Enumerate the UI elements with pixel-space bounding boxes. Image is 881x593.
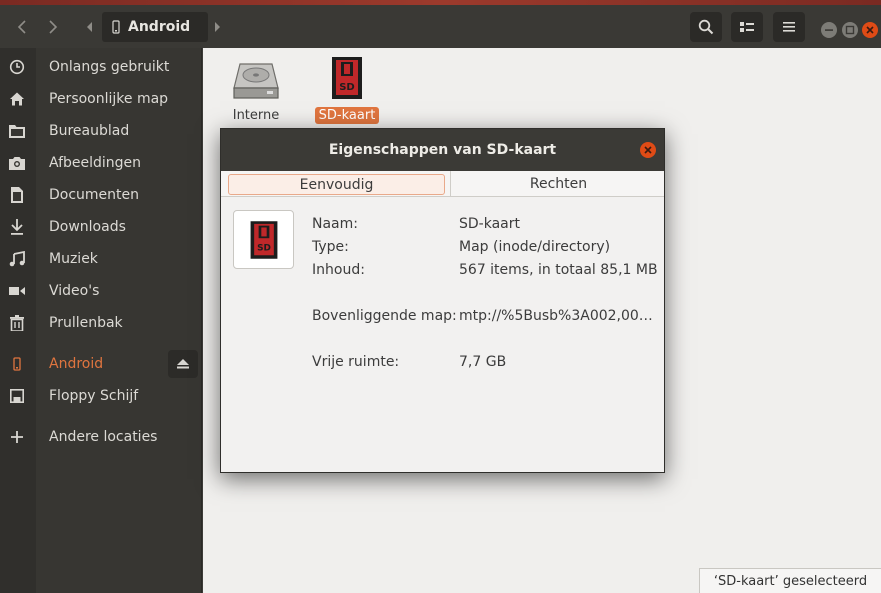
sidebar-item-label: Documenten — [49, 187, 140, 203]
file-name: SD-kaart — [307, 107, 387, 124]
view-options-button[interactable] — [731, 12, 763, 42]
prop-contents-label: Inhoud: — [312, 262, 365, 278]
maximize-button[interactable] — [842, 22, 858, 38]
svg-text:SD: SD — [257, 243, 271, 253]
harddisk-icon — [233, 63, 279, 99]
tab-basic[interactable]: Eenvoudig — [228, 174, 445, 195]
file-name: Interne opslag — [232, 108, 280, 125]
status-overlay: ‘SD-kaart’ geselecteerd — [699, 568, 881, 593]
sidebar-item-label: Downloads — [49, 219, 126, 235]
path-crumb-label: Android — [128, 19, 191, 35]
phone-icon — [8, 355, 26, 373]
file-name-label: SD-kaart — [314, 107, 380, 124]
caret-left-icon — [87, 22, 92, 32]
sidebar-item-pictures[interactable]: Afbeeldingen — [0, 148, 202, 178]
forward-icon — [49, 20, 58, 34]
video-icon — [8, 282, 26, 300]
sidebar-item-label: Onlangs gebruikt — [49, 59, 170, 75]
sidebar-item-label: Persoonlijke map — [49, 91, 169, 107]
close-icon — [644, 146, 652, 154]
sidebar-item-label: Andere locaties — [49, 429, 158, 445]
header-bar: Android — [0, 5, 881, 48]
menu-button[interactable] — [773, 12, 805, 42]
file-item-sd-card[interactable]: SD SD-kaart — [307, 56, 387, 124]
sidebar-item-label: Muziek — [49, 251, 98, 267]
sidebar-item-home[interactable]: Persoonlijke map — [0, 84, 202, 114]
dialog-title: Eigenschappen van SD-kaart — [221, 129, 664, 171]
sidebar-item-other-locations[interactable]: Andere locaties — [0, 422, 202, 452]
tab-permissions[interactable]: Rechten — [450, 171, 666, 197]
sidebar-item-videos[interactable]: Video's — [0, 276, 202, 306]
sidebar-item-downloads[interactable]: Downloads — [0, 212, 202, 242]
sidebar-item-android[interactable]: Android — [0, 349, 202, 379]
properties-dialog: Eigenschappen van SD-kaart Eenvoudig Rec… — [220, 128, 665, 473]
menu-icon — [783, 22, 795, 32]
sidebar-item-label: Prullenbak — [49, 315, 123, 331]
close-icon — [866, 26, 874, 34]
dialog-icon-button[interactable]: SD — [233, 210, 294, 269]
prop-type-value: Map (inode/directory) — [459, 239, 611, 255]
prop-free-label: Vrije ruimte: — [312, 354, 400, 370]
sdcard-icon: SD — [250, 220, 277, 259]
sidebar-item-trash[interactable]: Prullenbak — [0, 308, 202, 338]
prop-name-value: SD-kaart — [459, 216, 520, 232]
path-crumb-android[interactable]: Android — [102, 12, 208, 42]
sidebar-item-recent[interactable]: Onlangs gebruikt — [0, 52, 202, 82]
sidebar-item-label: Video's — [49, 283, 100, 299]
caret-right-icon — [215, 22, 220, 32]
prop-contents-value: 567 items, in totaal 85,1 MB — [459, 262, 658, 278]
sidebar-item-label: Bureaublad — [49, 123, 130, 139]
prop-free-value: 7,7 GB — [459, 354, 507, 370]
sidebar-item-desktop[interactable]: Bureaublad — [0, 116, 202, 146]
search-icon — [698, 19, 714, 35]
document-icon — [8, 186, 26, 204]
prop-parent-label: Bovenliggende map: — [312, 308, 457, 324]
path-scroll-right-button[interactable] — [208, 12, 226, 42]
path-bar: Android — [80, 12, 224, 42]
sidebar-item-documents[interactable]: Documenten — [0, 180, 202, 210]
trash-icon — [8, 314, 26, 332]
eject-icon — [177, 359, 189, 369]
music-icon — [8, 250, 26, 268]
download-icon — [8, 218, 26, 236]
minimize-icon — [825, 29, 833, 31]
dialog-close-button[interactable] — [640, 142, 656, 158]
sidebar-item-label: Afbeeldingen — [49, 155, 142, 171]
sidebar-item-music[interactable]: Muziek — [0, 244, 202, 274]
sdcard-icon: SD — [332, 57, 362, 99]
prop-type-label: Type: — [312, 239, 349, 255]
forward-button[interactable] — [38, 12, 68, 42]
home-icon — [8, 90, 26, 108]
view-options-icon — [740, 22, 754, 32]
sidebar-item-label: Android — [49, 356, 104, 372]
prop-name-label: Naam: — [312, 216, 358, 232]
clock-icon — [8, 58, 26, 76]
floppy-icon — [8, 387, 26, 405]
minimize-button[interactable] — [821, 22, 837, 38]
svg-text:SD: SD — [339, 82, 355, 93]
path-scroll-left-button[interactable] — [80, 12, 100, 42]
folder-icon — [8, 122, 26, 140]
file-item-internal-storage[interactable]: Interne opslag — [216, 62, 296, 125]
prop-parent-value: mtp://%5Busb%3A002,00… — [459, 308, 653, 324]
sidebar-item-floppy[interactable]: Floppy Schijf — [0, 381, 202, 411]
back-button[interactable] — [7, 12, 37, 42]
eject-button[interactable] — [168, 350, 198, 378]
dialog-tabs: Eenvoudig Rechten — [221, 171, 664, 197]
camera-icon — [8, 154, 26, 172]
back-icon — [17, 20, 26, 34]
plus-icon — [8, 428, 26, 446]
sidebar: Onlangs gebruikt Persoonlijke map Bureau… — [0, 48, 202, 593]
maximize-icon — [845, 25, 855, 35]
sidebar-item-label: Floppy Schijf — [49, 388, 139, 404]
phone-icon — [112, 20, 120, 34]
close-window-button[interactable] — [862, 22, 878, 38]
search-button[interactable] — [690, 12, 722, 42]
